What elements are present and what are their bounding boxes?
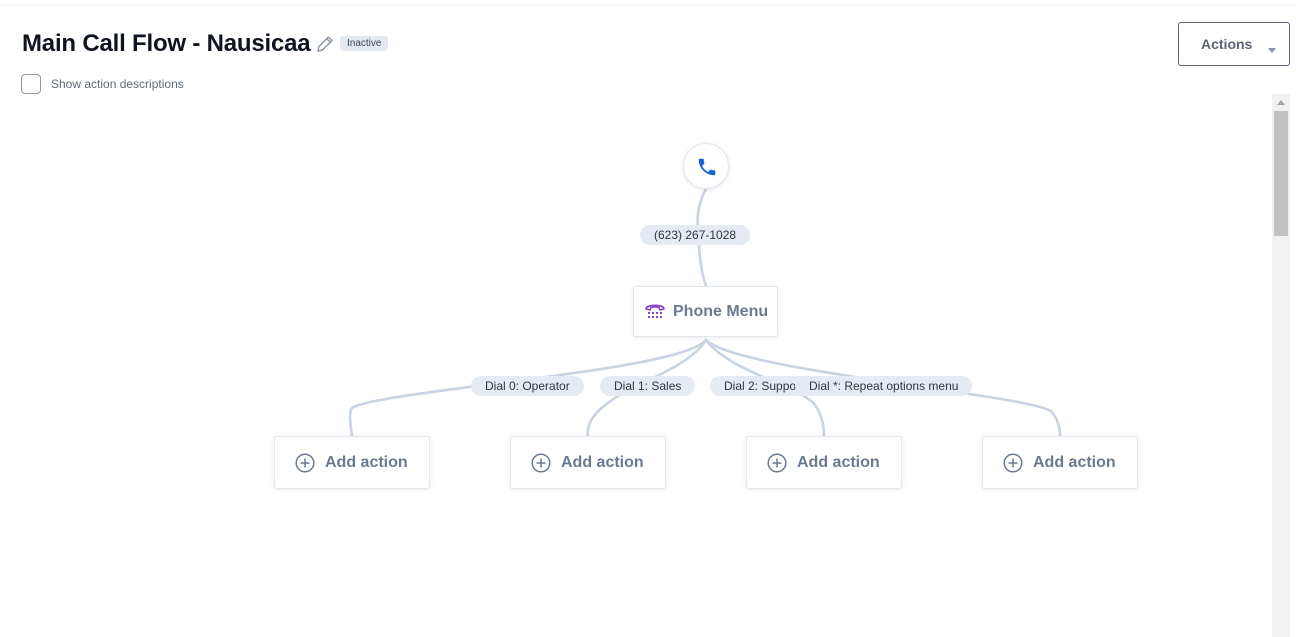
page-title: Main Call Flow - Nausicaa (22, 30, 311, 57)
show-descriptions-label: Show action descriptions (51, 77, 184, 91)
flow-connectors (348, 187, 1062, 438)
add-action-button[interactable]: Add action (510, 436, 666, 489)
caret-down-icon (1268, 41, 1276, 53)
phone-icon (698, 158, 716, 176)
actions-label: Actions (1201, 36, 1253, 52)
plus-circle-icon (295, 453, 315, 473)
add-action-label: Add action (1033, 454, 1116, 471)
add-action-label: Add action (561, 454, 644, 471)
add-action-label: Add action (325, 454, 408, 471)
branch-label-dial-1: Dial 1: Sales (600, 376, 696, 396)
actions-button[interactable]: Actions (1178, 22, 1290, 66)
add-action-label: Add action (797, 454, 880, 471)
phone-menu-node[interactable]: Phone Menu (633, 286, 778, 337)
add-action-button[interactable]: Add action (746, 436, 902, 489)
add-action-button[interactable]: Add action (274, 436, 430, 489)
branch-label-dial-star: Dial *: Repeat options menu (795, 376, 973, 396)
vertical-scrollbar[interactable] (1272, 94, 1290, 637)
phone-number-label: (623) 267-1028 (640, 225, 751, 245)
add-action-button[interactable]: Add action (982, 436, 1138, 489)
call-start-node[interactable] (683, 143, 729, 189)
branch-label-dial-0: Dial 0: Operator (471, 376, 584, 396)
plus-circle-icon (531, 453, 551, 473)
call-flow-canvas: (623) 267-1028 Phone Menu Dial 0: Operat… (0, 94, 1272, 637)
show-descriptions-checkbox[interactable] (21, 74, 41, 94)
scroll-up-arrow-icon[interactable] (1272, 94, 1290, 110)
status-badge: Inactive (340, 36, 389, 51)
plus-circle-icon (1003, 453, 1023, 473)
plus-circle-icon (767, 453, 787, 473)
pencil-icon[interactable] (314, 33, 336, 55)
phone-menu-label: Phone Menu (673, 303, 769, 320)
scrollbar-thumb[interactable] (1274, 111, 1288, 236)
top-divider (0, 5, 1296, 6)
phone-menu-icon (645, 304, 665, 318)
